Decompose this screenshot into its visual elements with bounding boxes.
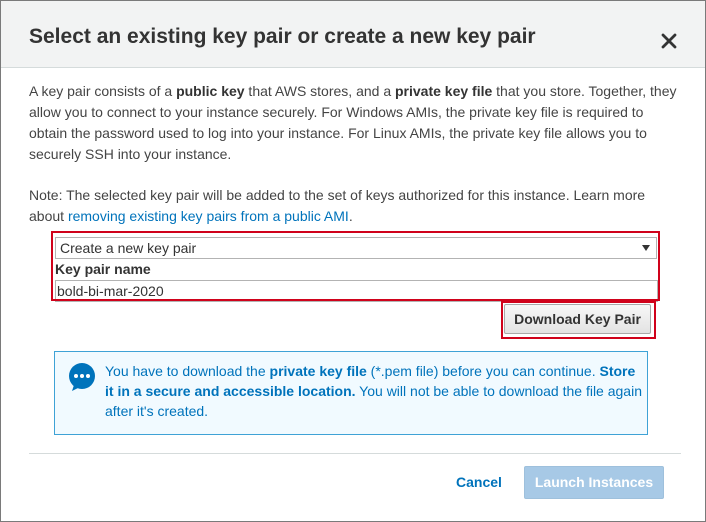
private-key-emphasis: private key file [395, 83, 493, 99]
close-button[interactable] [655, 27, 683, 55]
footer-divider [29, 453, 681, 454]
alert-text: (*.pem file) before you can continue. [366, 363, 600, 379]
alert-text: You have to download the [105, 363, 270, 379]
key-pair-name-input[interactable]: bold-bi-mar-2020 [55, 280, 658, 302]
alert-message: You have to download the private key fil… [105, 361, 645, 421]
description-text: A key pair consists of a [29, 83, 177, 99]
select-value: Create a new key pair [60, 240, 197, 256]
key-pair-option-select[interactable]: Create a new key pair [55, 237, 657, 259]
close-icon [661, 33, 677, 49]
download-key-pair-button[interactable]: Download Key Pair [504, 304, 651, 334]
info-alert: You have to download the private key fil… [54, 351, 648, 435]
alert-emphasis: private key file [269, 363, 367, 379]
dialog-header: Select an existing key pair or create a … [1, 1, 705, 68]
launch-instances-button[interactable]: Launch Instances [524, 466, 664, 499]
description-text: that AWS stores, and a [244, 83, 395, 99]
dialog-title: Select an existing key pair or create a … [29, 25, 536, 48]
key-pair-note: Note: The selected key pair will be adde… [29, 185, 681, 227]
key-pair-dialog: Select an existing key pair or create a … [0, 0, 706, 522]
dropdown-arrow-icon [642, 245, 650, 251]
public-key-emphasis: public key [176, 83, 245, 99]
cancel-button[interactable]: Cancel [456, 472, 502, 492]
remove-key-pairs-link[interactable]: removing existing key pairs from a publi… [68, 208, 349, 224]
note-text: . [348, 208, 353, 224]
chat-bubble-icon [67, 362, 97, 392]
key-pair-name-label: Key pair name [55, 261, 151, 277]
key-pair-description: A key pair consists of a public key that… [29, 81, 681, 165]
